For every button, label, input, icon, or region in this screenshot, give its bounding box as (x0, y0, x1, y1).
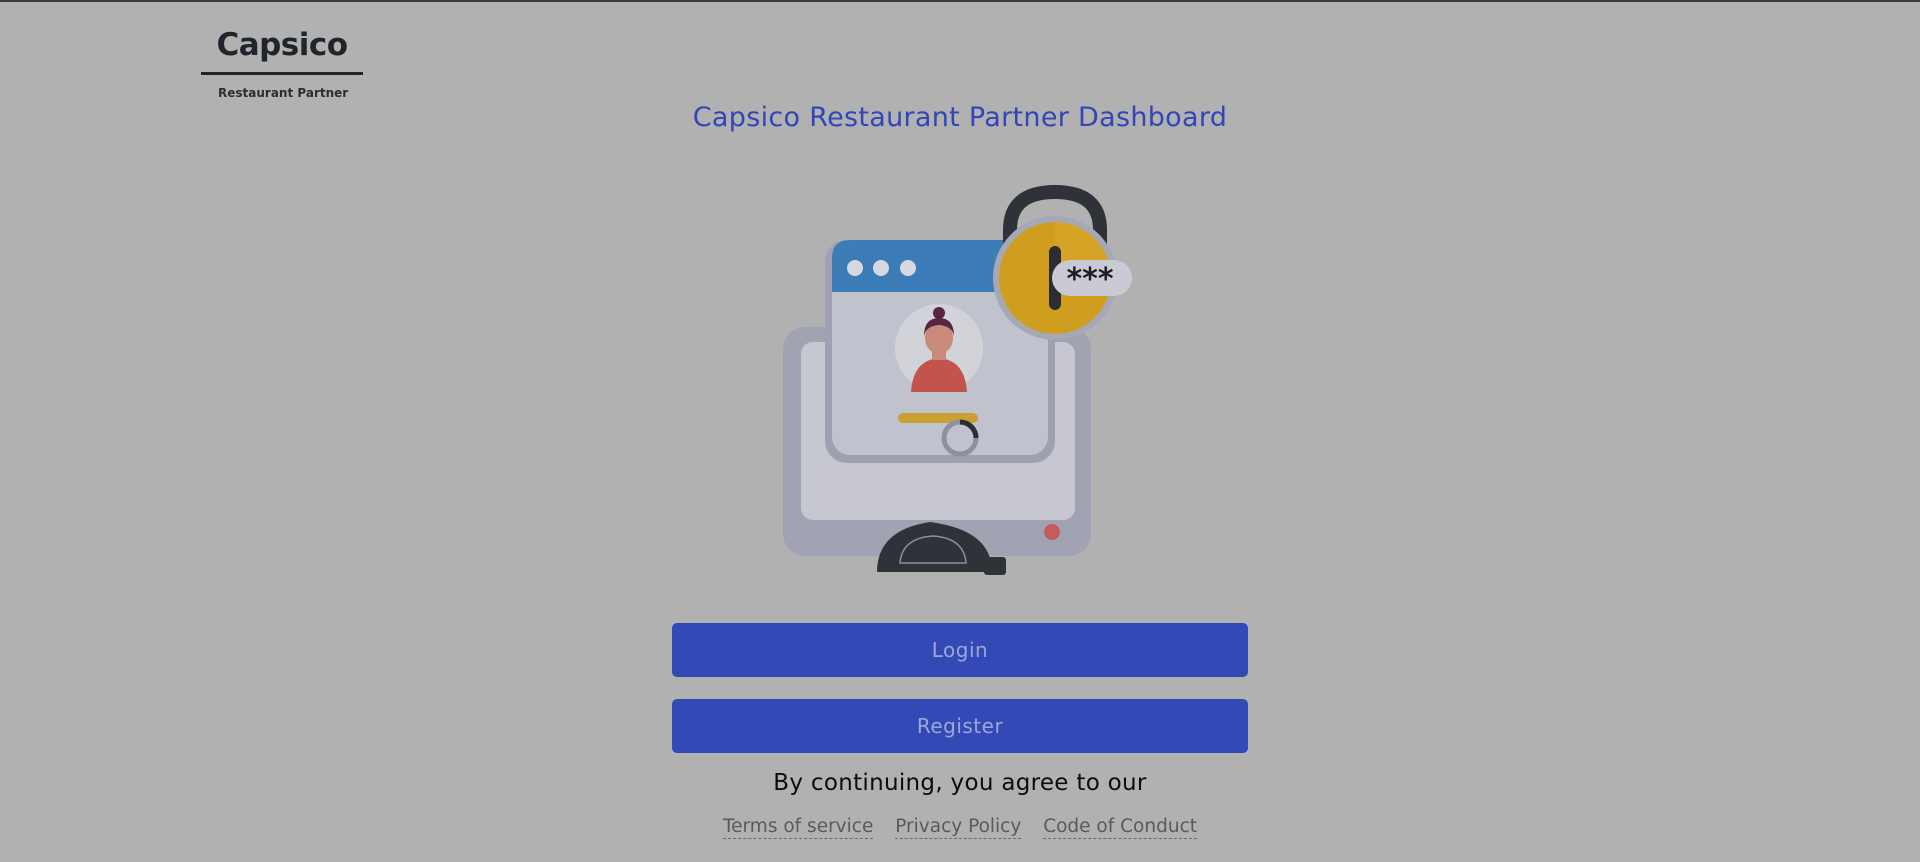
legal-links: Terms of service Privacy Policy Code of … (0, 816, 1920, 839)
privacy-policy-link[interactable]: Privacy Policy (895, 816, 1022, 839)
terms-of-service-link[interactable]: Terms of service (722, 816, 874, 839)
brand-subtitle: Restaurant Partner (218, 86, 349, 100)
register-button[interactable]: Register (672, 699, 1248, 753)
code-of-conduct-link[interactable]: Code of Conduct (1043, 816, 1197, 839)
padlock-graphic: *** (993, 184, 1132, 340)
brand-logo[interactable]: Capsico (201, 22, 363, 75)
login-illustration: *** (783, 184, 1132, 575)
login-button[interactable]: Login (672, 623, 1248, 677)
top-border (0, 0, 1920, 2)
password-mask-text: *** (1066, 262, 1113, 297)
brand-name: Capsico (201, 22, 363, 75)
page-title: Capsico Restaurant Partner Dashboard (692, 102, 1228, 133)
agreement-text: By continuing, you agree to our (773, 770, 1147, 796)
